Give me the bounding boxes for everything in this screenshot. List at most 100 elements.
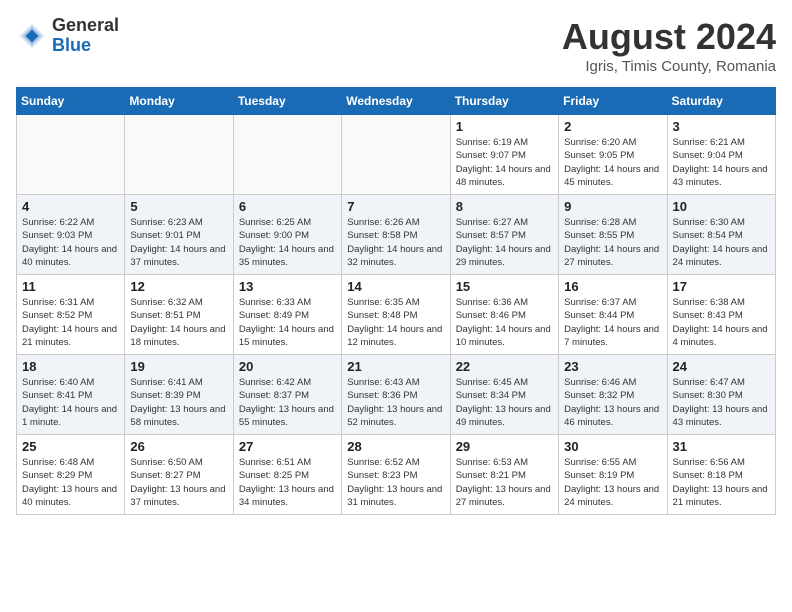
calendar-cell: 30 Sunrise: 6:55 AMSunset: 8:19 PMDayligh… xyxy=(559,435,667,515)
day-info: Sunrise: 6:23 AMSunset: 9:01 PMDaylight:… xyxy=(130,216,227,269)
calendar-cell xyxy=(233,115,341,195)
calendar-cell: 18 Sunrise: 6:40 AMSunset: 8:41 PMDayligh… xyxy=(17,355,125,435)
day-info: Sunrise: 6:38 AMSunset: 8:43 PMDaylight:… xyxy=(673,296,770,349)
day-number: 15 xyxy=(456,279,553,294)
day-info: Sunrise: 6:45 AMSunset: 8:34 PMDaylight:… xyxy=(456,376,553,429)
calendar-cell: 12Sunrise: 6:32 AMSunset: 8:51 PMDayligh… xyxy=(125,275,233,355)
calendar-cell: 3 Sunrise: 6:21 AMSunset: 9:04 PMDaylight… xyxy=(667,115,775,195)
day-info: Sunrise: 6:31 AMSunset: 8:52 PMDaylight:… xyxy=(22,296,119,349)
day-number: 7 xyxy=(347,199,444,214)
calendar-cell: 26Sunrise: 6:50 AMSunset: 8:27 PMDayligh… xyxy=(125,435,233,515)
day-info: Sunrise: 6:50 AMSunset: 8:27 PMDaylight:… xyxy=(130,456,227,509)
weekday-header: Tuesday xyxy=(233,88,341,115)
day-info: Sunrise: 6:19 AMSunset: 9:07 PMDaylight:… xyxy=(456,136,553,189)
logo-general: General xyxy=(52,16,119,36)
calendar-cell: 4Sunrise: 6:22 AMSunset: 9:03 PMDaylight… xyxy=(17,195,125,275)
calendar-cell: 22Sunrise: 6:45 AMSunset: 8:34 PMDayligh… xyxy=(450,355,558,435)
weekday-header: Friday xyxy=(559,88,667,115)
day-info: Sunrise: 6:32 AMSunset: 8:51 PMDaylight:… xyxy=(130,296,227,349)
calendar-cell: 14 Sunrise: 6:35 AMSunset: 8:48 PMDayligh… xyxy=(342,275,450,355)
calendar-cell: 6Sunrise: 6:25 AMSunset: 9:00 PMDaylight… xyxy=(233,195,341,275)
day-number: 1 xyxy=(456,119,553,134)
day-number: 9 xyxy=(564,199,661,214)
calendar-cell: 17 Sunrise: 6:38 AMSunset: 8:43 PMDayligh… xyxy=(667,275,775,355)
calendar-week-row: 11 Sunrise: 6:31 AMSunset: 8:52 PMDayligh… xyxy=(17,275,776,355)
calendar-cell: 15 Sunrise: 6:36 AMSunset: 8:46 PMDayligh… xyxy=(450,275,558,355)
calendar-week-row: 4Sunrise: 6:22 AMSunset: 9:03 PMDaylight… xyxy=(17,195,776,275)
calendar-week-row: 18 Sunrise: 6:40 AMSunset: 8:41 PMDayligh… xyxy=(17,355,776,435)
calendar-cell: 21Sunrise: 6:43 AMSunset: 8:36 PMDayligh… xyxy=(342,355,450,435)
day-number: 18 xyxy=(22,359,119,374)
calendar-cell: 11 Sunrise: 6:31 AMSunset: 8:52 PMDayligh… xyxy=(17,275,125,355)
day-number: 3 xyxy=(673,119,770,134)
calendar-cell: 2 Sunrise: 6:20 AMSunset: 9:05 PMDaylight… xyxy=(559,115,667,195)
day-info: Sunrise: 6:30 AMSunset: 8:54 PMDaylight:… xyxy=(673,216,770,269)
day-info: Sunrise: 6:47 AMSunset: 8:30 PMDaylight:… xyxy=(673,376,770,429)
calendar-cell: 28Sunrise: 6:52 AMSunset: 8:23 PMDayligh… xyxy=(342,435,450,515)
calendar-cell: 20 Sunrise: 6:42 AMSunset: 8:37 PMDayligh… xyxy=(233,355,341,435)
day-info: Sunrise: 6:42 AMSunset: 8:37 PMDaylight:… xyxy=(239,376,336,429)
calendar-cell: 10 Sunrise: 6:30 AMSunset: 8:54 PMDayligh… xyxy=(667,195,775,275)
day-number: 10 xyxy=(673,199,770,214)
calendar-table: SundayMondayTuesdayWednesdayThursdayFrid… xyxy=(16,87,776,515)
day-number: 5 xyxy=(130,199,227,214)
weekday-header-row: SundayMondayTuesdayWednesdayThursdayFrid… xyxy=(17,88,776,115)
day-info: Sunrise: 6:55 AMSunset: 8:19 PMDaylight:… xyxy=(564,456,661,509)
day-number: 11 xyxy=(22,279,119,294)
weekday-header: Thursday xyxy=(450,88,558,115)
calendar-cell: 31Sunrise: 6:56 AMSunset: 8:18 PMDayligh… xyxy=(667,435,775,515)
day-info: Sunrise: 6:46 AMSunset: 8:32 PMDaylight:… xyxy=(564,376,661,429)
calendar-cell xyxy=(342,115,450,195)
day-number: 20 xyxy=(239,359,336,374)
calendar-cell: 1 Sunrise: 6:19 AMSunset: 9:07 PMDaylight… xyxy=(450,115,558,195)
day-info: Sunrise: 6:25 AMSunset: 9:00 PMDaylight:… xyxy=(239,216,336,269)
day-number: 14 xyxy=(347,279,444,294)
calendar-week-row: 1 Sunrise: 6:19 AMSunset: 9:07 PMDaylight… xyxy=(17,115,776,195)
day-info: Sunrise: 6:21 AMSunset: 9:04 PMDaylight:… xyxy=(673,136,770,189)
calendar-cell: 16 Sunrise: 6:37 AMSunset: 8:44 PMDayligh… xyxy=(559,275,667,355)
calendar-cell: 23 Sunrise: 6:46 AMSunset: 8:32 PMDayligh… xyxy=(559,355,667,435)
month-year: August 2024 xyxy=(562,16,776,58)
day-info: Sunrise: 6:51 AMSunset: 8:25 PMDaylight:… xyxy=(239,456,336,509)
day-number: 2 xyxy=(564,119,661,134)
weekday-header: Sunday xyxy=(17,88,125,115)
calendar-cell xyxy=(125,115,233,195)
day-info: Sunrise: 6:26 AMSunset: 8:58 PMDaylight:… xyxy=(347,216,444,269)
day-number: 21 xyxy=(347,359,444,374)
logo: General Blue xyxy=(16,16,119,56)
calendar-cell: 27 Sunrise: 6:51 AMSunset: 8:25 PMDayligh… xyxy=(233,435,341,515)
day-info: Sunrise: 6:37 AMSunset: 8:44 PMDaylight:… xyxy=(564,296,661,349)
day-info: Sunrise: 6:36 AMSunset: 8:46 PMDaylight:… xyxy=(456,296,553,349)
day-number: 27 xyxy=(239,439,336,454)
day-number: 4 xyxy=(22,199,119,214)
page-header: General Blue August 2024 Igris, Timis Co… xyxy=(16,16,776,75)
day-number: 17 xyxy=(673,279,770,294)
day-info: Sunrise: 6:20 AMSunset: 9:05 PMDaylight:… xyxy=(564,136,661,189)
calendar-cell xyxy=(17,115,125,195)
calendar-cell: 13Sunrise: 6:33 AMSunset: 8:49 PMDayligh… xyxy=(233,275,341,355)
logo-text: General Blue xyxy=(52,16,119,56)
calendar-cell: 5 Sunrise: 6:23 AMSunset: 9:01 PMDaylight… xyxy=(125,195,233,275)
day-number: 29 xyxy=(456,439,553,454)
day-info: Sunrise: 6:33 AMSunset: 8:49 PMDaylight:… xyxy=(239,296,336,349)
day-info: Sunrise: 6:48 AMSunset: 8:29 PMDaylight:… xyxy=(22,456,119,509)
title-block: August 2024 Igris, Timis County, Romania xyxy=(562,16,776,75)
day-info: Sunrise: 6:40 AMSunset: 8:41 PMDaylight:… xyxy=(22,376,119,429)
day-info: Sunrise: 6:52 AMSunset: 8:23 PMDaylight:… xyxy=(347,456,444,509)
day-info: Sunrise: 6:35 AMSunset: 8:48 PMDaylight:… xyxy=(347,296,444,349)
day-number: 23 xyxy=(564,359,661,374)
day-info: Sunrise: 6:56 AMSunset: 8:18 PMDaylight:… xyxy=(673,456,770,509)
day-info: Sunrise: 6:27 AMSunset: 8:57 PMDaylight:… xyxy=(456,216,553,269)
weekday-header: Monday xyxy=(125,88,233,115)
day-number: 30 xyxy=(564,439,661,454)
day-number: 24 xyxy=(673,359,770,374)
weekday-header: Wednesday xyxy=(342,88,450,115)
day-info: Sunrise: 6:41 AMSunset: 8:39 PMDaylight:… xyxy=(130,376,227,429)
day-number: 16 xyxy=(564,279,661,294)
calendar-cell: 29Sunrise: 6:53 AMSunset: 8:21 PMDayligh… xyxy=(450,435,558,515)
day-number: 19 xyxy=(130,359,227,374)
day-number: 25 xyxy=(22,439,119,454)
calendar-week-row: 25 Sunrise: 6:48 AMSunset: 8:29 PMDayligh… xyxy=(17,435,776,515)
day-info: Sunrise: 6:28 AMSunset: 8:55 PMDaylight:… xyxy=(564,216,661,269)
weekday-header: Saturday xyxy=(667,88,775,115)
